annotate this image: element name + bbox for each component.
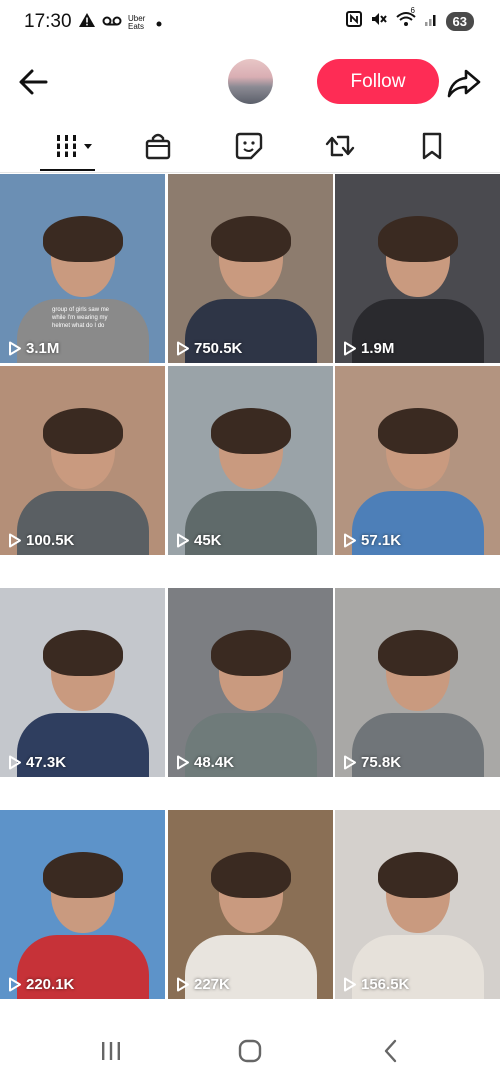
nfc-icon bbox=[345, 11, 362, 32]
tile-hair bbox=[377, 407, 458, 454]
uber-eats-icon: Uber Eats bbox=[128, 13, 146, 31]
video-grid: group of girls saw me while I'm wearing … bbox=[0, 174, 500, 1018]
notification-icons: Uber Eats bbox=[78, 12, 162, 33]
play-icon bbox=[344, 533, 356, 548]
tab-saved[interactable] bbox=[412, 128, 452, 168]
tile-hair bbox=[42, 629, 123, 676]
video-tile[interactable]: 227K bbox=[168, 810, 333, 999]
video-tile[interactable]: group of girls saw me while I'm wearing … bbox=[0, 174, 165, 363]
view-count: 45K bbox=[176, 532, 222, 549]
view-count: 100.5K bbox=[8, 532, 74, 549]
wifi-badge: 6 bbox=[410, 6, 415, 15]
follow-button[interactable]: Follow bbox=[317, 59, 439, 104]
grid-view-icon bbox=[51, 132, 95, 165]
status-bar: 17:30 Uber Eats 6 63 bbox=[0, 0, 500, 44]
dot-icon bbox=[156, 14, 162, 32]
voicemail-icon bbox=[102, 14, 122, 32]
shopping-bag-icon bbox=[143, 131, 173, 166]
view-count-label: 57.1K bbox=[361, 532, 402, 549]
tile-hair bbox=[210, 851, 291, 898]
share-icon[interactable] bbox=[446, 65, 482, 101]
view-count: 156.5K bbox=[343, 976, 409, 993]
play-icon bbox=[9, 755, 21, 770]
view-count-label: 45K bbox=[194, 532, 222, 549]
view-count: 48.4K bbox=[176, 754, 234, 771]
play-icon bbox=[9, 977, 21, 992]
view-count-label: 156.5K bbox=[361, 976, 410, 993]
battery-icon: 63 bbox=[445, 12, 474, 31]
video-tile[interactable]: 100.5K bbox=[0, 366, 165, 555]
play-icon bbox=[177, 341, 189, 356]
view-count-label: 75.8K bbox=[361, 754, 402, 771]
recent-apps-icon[interactable] bbox=[91, 1034, 131, 1068]
tile-hair bbox=[377, 851, 458, 898]
play-icon bbox=[177, 533, 189, 548]
back-icon[interactable] bbox=[371, 1034, 411, 1068]
tab-stickers[interactable] bbox=[229, 128, 269, 168]
play-icon bbox=[9, 533, 21, 548]
status-time: 17:30 bbox=[24, 11, 72, 32]
tile-hair bbox=[210, 215, 291, 262]
bookmark-icon bbox=[420, 131, 444, 166]
play-icon bbox=[344, 341, 356, 356]
video-tile[interactable]: 75.8K bbox=[335, 588, 500, 777]
view-count-label: 227K bbox=[194, 976, 230, 993]
tab-active-indicator bbox=[40, 169, 95, 171]
view-count-label: 220.1K bbox=[26, 976, 75, 993]
view-count: 1.9M bbox=[343, 340, 394, 357]
tile-hair bbox=[42, 407, 123, 454]
tile-hair bbox=[210, 407, 291, 454]
view-count-label: 47.3K bbox=[26, 754, 67, 771]
play-icon bbox=[177, 977, 189, 992]
play-icon bbox=[177, 755, 189, 770]
video-tile[interactable]: 45K bbox=[168, 366, 333, 555]
mute-icon bbox=[370, 11, 388, 32]
tab-shop[interactable] bbox=[138, 128, 178, 168]
video-caption: group of girls saw me while I'm wearing … bbox=[52, 307, 110, 329]
back-arrow-icon[interactable] bbox=[16, 64, 52, 100]
avatar[interactable] bbox=[228, 59, 273, 104]
view-count: 220.1K bbox=[8, 976, 74, 993]
tile-hair bbox=[42, 215, 123, 262]
signal-icon bbox=[424, 11, 438, 32]
video-tile[interactable]: 220.1K bbox=[0, 810, 165, 999]
view-count-label: 750.5K bbox=[194, 340, 243, 357]
view-count: 750.5K bbox=[176, 340, 242, 357]
video-tile[interactable]: 47.3K bbox=[0, 588, 165, 777]
view-count: 227K bbox=[176, 976, 230, 993]
system-icons: 6 63 bbox=[345, 6, 474, 32]
video-tile[interactable]: 48.4K bbox=[168, 588, 333, 777]
video-tile[interactable]: 750.5K bbox=[168, 174, 333, 363]
view-count-label: 3.1M bbox=[26, 340, 60, 357]
video-tile[interactable]: 1.9M bbox=[335, 174, 500, 363]
video-tile[interactable]: 156.5K bbox=[335, 810, 500, 999]
home-icon[interactable] bbox=[230, 1034, 270, 1068]
view-count: 57.1K bbox=[343, 532, 401, 549]
profile-tabs bbox=[0, 120, 500, 173]
tile-hair bbox=[377, 629, 458, 676]
view-count: 3.1M bbox=[8, 340, 59, 357]
view-count-label: 100.5K bbox=[26, 532, 75, 549]
view-count-label: 1.9M bbox=[361, 340, 395, 357]
tile-hair bbox=[42, 851, 123, 898]
tile-hair bbox=[210, 629, 291, 676]
repost-icon bbox=[324, 131, 356, 166]
sticker-icon bbox=[234, 131, 264, 166]
video-tile[interactable]: 57.1K bbox=[335, 366, 500, 555]
play-icon bbox=[344, 755, 356, 770]
tab-reposts[interactable] bbox=[320, 128, 360, 168]
system-nav-bar bbox=[0, 1018, 500, 1084]
play-icon bbox=[9, 341, 21, 356]
wifi-icon: 6 bbox=[395, 6, 416, 32]
view-count-label: 48.4K bbox=[194, 754, 235, 771]
warning-icon bbox=[78, 12, 96, 33]
profile-header: Follow bbox=[0, 50, 500, 114]
view-count: 75.8K bbox=[343, 754, 401, 771]
tile-hair bbox=[377, 215, 458, 262]
tab-videos[interactable] bbox=[48, 128, 98, 168]
view-count: 47.3K bbox=[8, 754, 66, 771]
play-icon bbox=[344, 977, 356, 992]
